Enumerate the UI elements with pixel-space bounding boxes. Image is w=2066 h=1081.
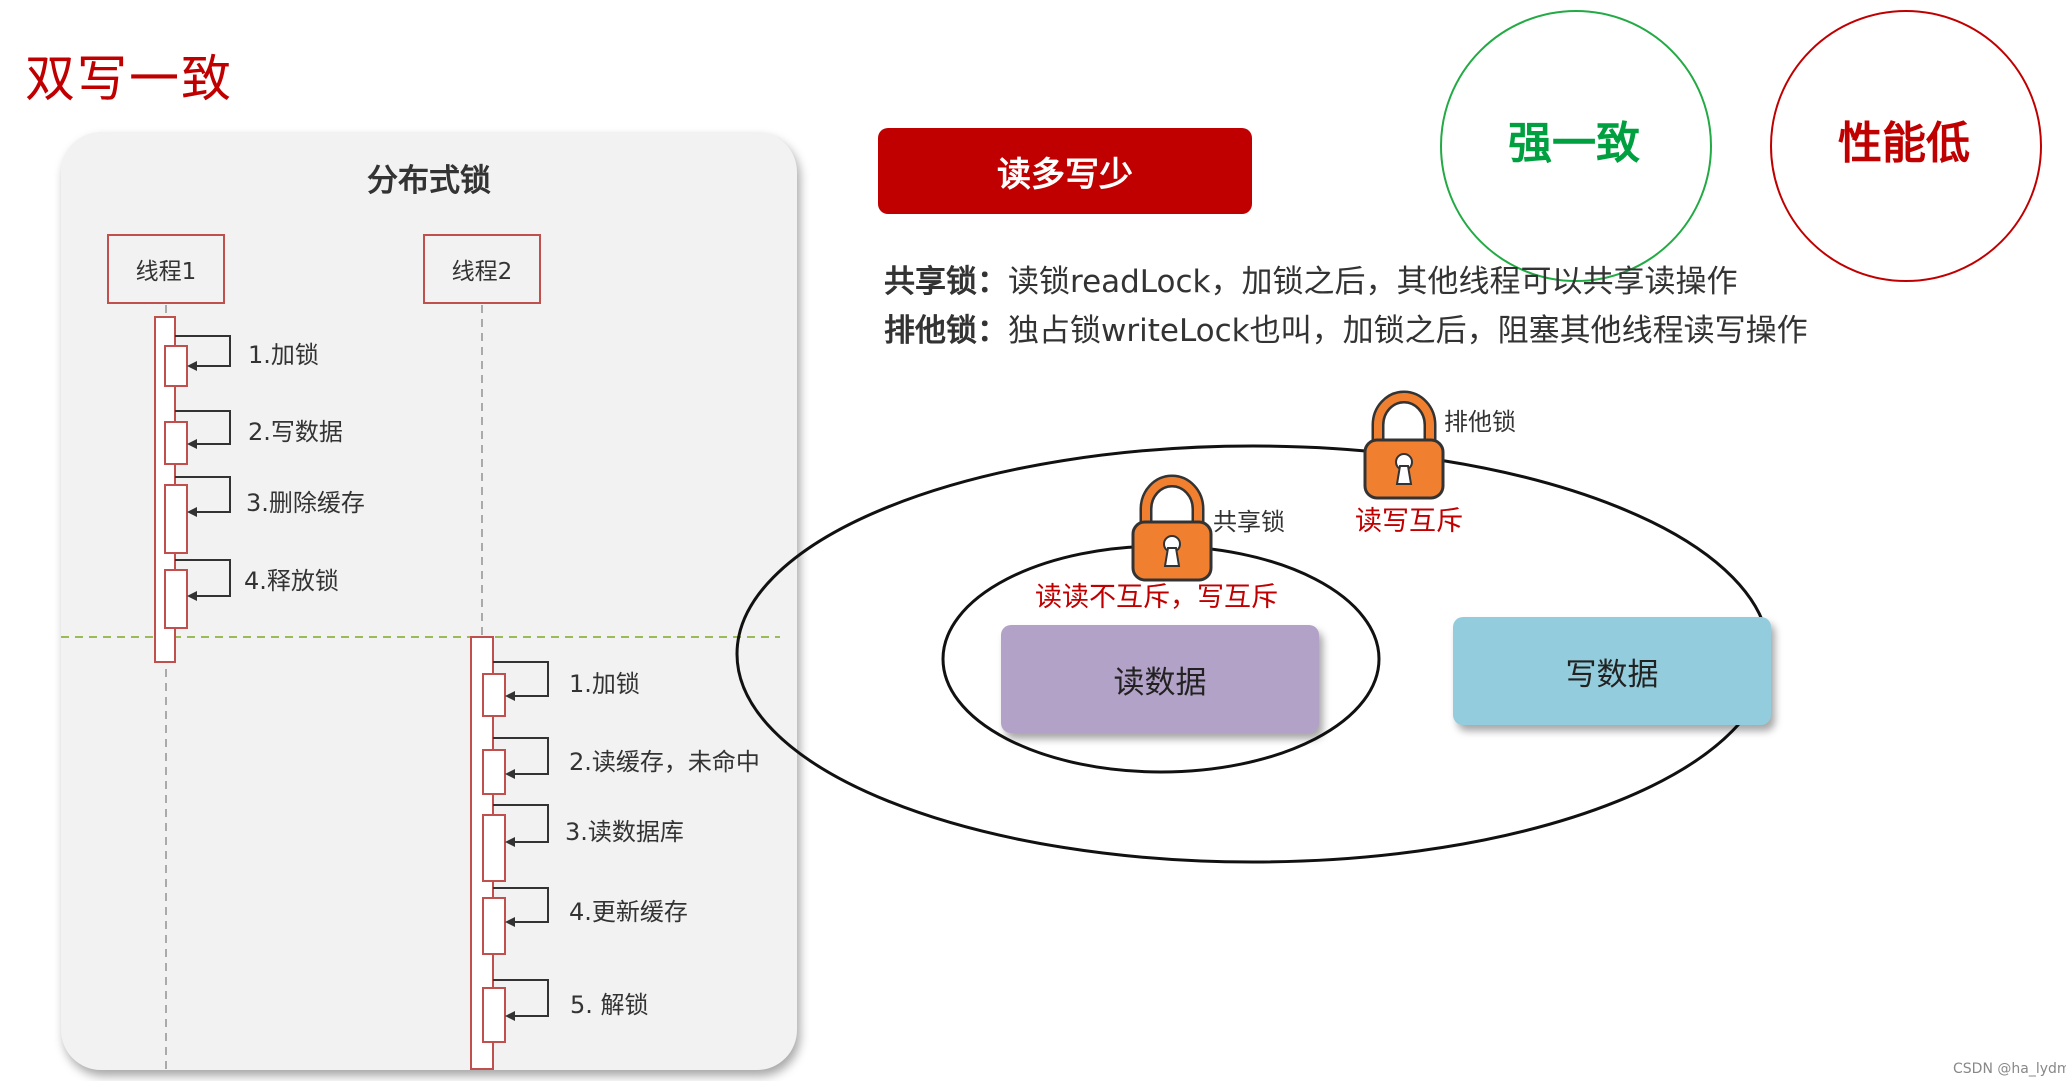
shared-lock-label: 共享锁	[1213, 508, 1285, 536]
watermark: CSDN @ha_lydms	[1953, 1061, 2066, 1077]
shared-lock-icon	[1131, 474, 1213, 582]
exclusive-lock-rule: 读写互斥	[1355, 506, 1463, 537]
read-data-box: 读数据	[1001, 625, 1319, 733]
exclusive-lock-icon	[1363, 390, 1445, 500]
lock-diagram	[735, 390, 1771, 864]
write-data-box: 写数据	[1453, 617, 1771, 725]
shared-lock-rule: 读读不互斥，写互斥	[1035, 582, 1278, 613]
exclusive-lock-label: 排他锁	[1444, 408, 1516, 436]
